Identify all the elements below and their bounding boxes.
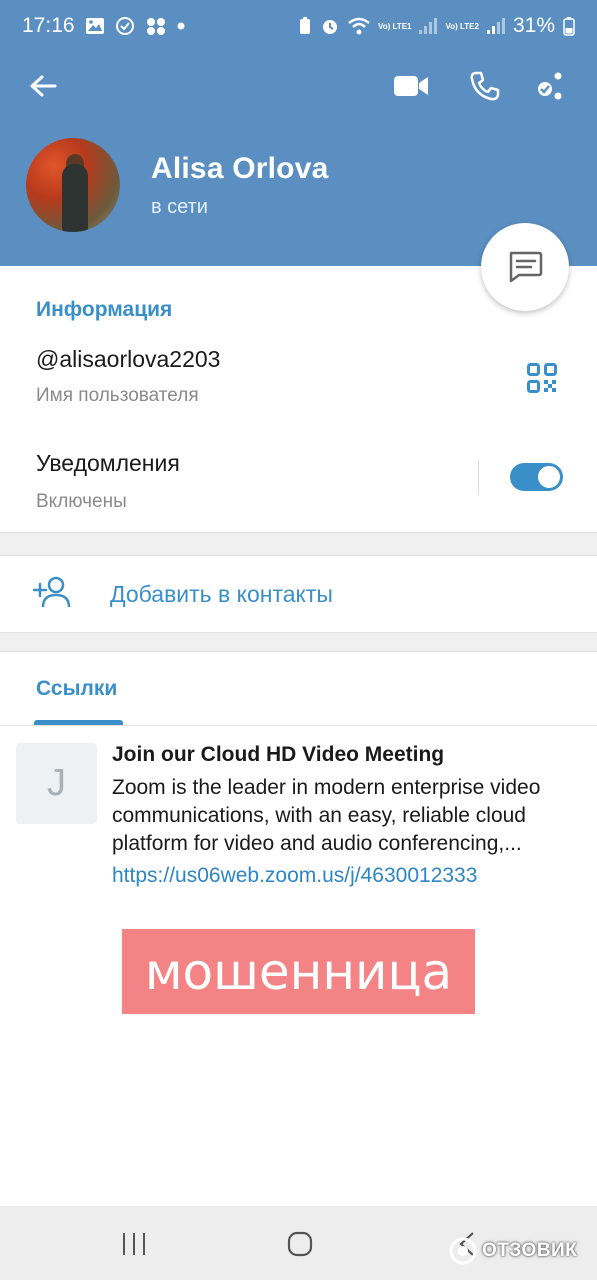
- overlay-stamp: мошенница: [122, 929, 475, 1014]
- phone-icon: [470, 71, 500, 101]
- section-divider: [0, 632, 597, 652]
- video-call-button[interactable]: [383, 58, 439, 114]
- more-icon: [538, 72, 562, 100]
- add-contact-button[interactable]: Добавить в контакты: [0, 556, 597, 632]
- tab-links[interactable]: Ссылки: [36, 677, 117, 701]
- qr-code-button[interactable]: [520, 356, 564, 400]
- watermark-text: ОТЗОВИК: [482, 1240, 578, 1261]
- app-cluster-icon: [145, 16, 167, 36]
- tab-divider: [0, 725, 597, 726]
- more-button[interactable]: [522, 58, 578, 114]
- recent-apps-button[interactable]: [104, 1222, 164, 1266]
- notifications-toggle[interactable]: [510, 463, 563, 491]
- add-contact-icon: [33, 576, 71, 608]
- qr-code-icon: [527, 363, 557, 393]
- message-button[interactable]: [481, 223, 569, 311]
- battery-icon: [563, 16, 575, 36]
- message-icon: [509, 251, 543, 283]
- profile-block: Alisa Orlova в сети: [26, 138, 328, 232]
- section-divider: [0, 532, 597, 556]
- home-icon: [287, 1231, 313, 1257]
- recent-apps-icon: [123, 1233, 145, 1255]
- signal-sim1-icon: [419, 18, 438, 34]
- alarm-icon: [320, 16, 340, 36]
- info-section-title: Информация: [36, 298, 173, 321]
- avatar[interactable]: [26, 138, 120, 232]
- profile-name: Alisa Orlova: [151, 151, 329, 185]
- toolbar: [0, 58, 597, 114]
- notifications-label[interactable]: Уведомления: [36, 450, 180, 477]
- link-description: Zoom is the leader in modern enterprise …: [112, 776, 541, 855]
- home-button[interactable]: [270, 1222, 330, 1266]
- link-url[interactable]: https://us06web.zoom.us/j/4630012333: [112, 864, 477, 888]
- link-list-item[interactable]: J Join our Cloud HD Video Meeting Zoom i…: [0, 740, 597, 890]
- dot-icon: [177, 22, 185, 30]
- username-label: Имя пользователя: [36, 385, 199, 406]
- gallery-icon: [85, 17, 105, 35]
- wifi-icon: [348, 17, 370, 35]
- battery-percent: 31%: [512, 14, 555, 37]
- video-call-icon: [394, 76, 428, 96]
- sim2-label: Vo) LTE2: [445, 21, 479, 31]
- divider: [478, 460, 479, 495]
- status-bar: 17:16 Vo) LTE1 Vo) LTE2 31%: [0, 0, 597, 52]
- toggle-knob: [536, 464, 562, 490]
- add-contact-label: Добавить в контакты: [110, 580, 333, 607]
- notifications-state: Включены: [36, 491, 127, 512]
- username-value[interactable]: @alisaorlova2203: [36, 346, 220, 373]
- link-title: Join our Cloud HD Video Meeting: [112, 743, 445, 766]
- online-status: в сети: [151, 195, 208, 218]
- back-button[interactable]: [15, 58, 71, 114]
- check-circle-icon: [115, 16, 135, 36]
- call-button[interactable]: [457, 58, 513, 114]
- battery-saver-icon: [298, 16, 312, 36]
- site-watermark: ОТЗОВИК: [448, 1236, 577, 1266]
- watermark-logo-icon: [449, 1237, 477, 1265]
- sim1-label: Vo) LTE1: [378, 21, 412, 31]
- status-time: 17:16: [22, 14, 75, 37]
- back-arrow-icon: [30, 75, 57, 97]
- signal-sim2-icon: [486, 18, 505, 34]
- link-thumbnail: J: [16, 743, 97, 824]
